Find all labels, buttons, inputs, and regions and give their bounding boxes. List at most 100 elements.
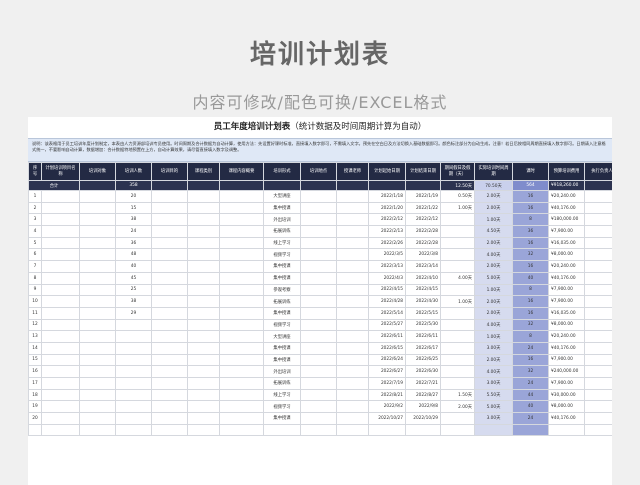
cell-empty [187,306,220,320]
cell-form: 大型讲座 [263,330,301,343]
cell-empty [41,400,80,414]
cell-period: 3.00天 [474,377,513,390]
cell-empty [79,388,116,402]
cell-hours: 16 [512,295,549,308]
cell-empty [336,423,369,437]
cell-period: 2.00天 [474,260,513,273]
cell-budget: ¥20,240.00 [548,260,585,273]
cell-empty [41,318,80,332]
cell-empty [187,377,220,390]
cell-empty [187,201,220,215]
cell-budget [548,423,585,437]
cell-empty [187,341,220,355]
cell-empty [336,225,369,238]
cell-empty [41,412,80,425]
cell-start: 2022/6/11 [368,330,406,343]
cell-start: 2022/6/27 [368,365,406,378]
cell-empty [219,295,264,308]
cell-empty [79,330,116,343]
cell-budget: ¥7,900.00 [548,377,585,390]
table-row: 13 大型讲座 2022/6/11 2022/6/11 1.00天 8 ¥20,240.00 [28,330,612,343]
cell-empty [336,283,369,297]
cell-people [115,330,152,343]
cell-budget: ¥7,900.00 [548,353,585,367]
cell-empty [151,236,188,250]
summary-people: 358 [115,180,152,191]
cell-empty [187,248,220,262]
cell-empty [219,400,264,414]
cell-start: 2022/1/20 [368,201,406,215]
cell-end: 2022/5/15 [405,306,441,320]
cell-form: 集中授课 [263,260,301,273]
cell-empty [219,283,264,297]
cell-people: 38 [115,213,152,227]
cell-end: 2022/5/30 [405,318,441,332]
cell-holiday: 1.50天 [440,388,475,402]
summary-holiday: 12.50天 [440,180,475,191]
cell-empty [187,400,220,414]
cell-hours: 40 [512,271,549,285]
cell-period: 4.00天 [474,318,513,332]
cell-period: 4.00天 [474,365,513,378]
cell-period: 1.00天 [474,283,513,297]
cell-start: 2022/3/5 [368,248,406,262]
cell-empty [300,306,337,320]
cell-period [474,423,513,437]
cell-empty [336,318,369,332]
spreadsheet-preview: 员工年度培训计划表（统计数据及时间周期计算为自动） 说明：该表格用于员工培训年度… [28,117,612,485]
cell-empty [79,377,116,390]
cell-no: 7 [28,260,42,273]
cell-end: 2022/4/30 [405,295,441,308]
cell-empty [336,295,369,308]
cell-empty [219,341,264,355]
table-row: 16 外出培训 2022/6/27 2022/6/30 4.00天 32 ¥240,000.… [28,365,612,378]
cell-budget: ¥16,035.00 [548,236,585,250]
cell-no: 16 [28,365,42,378]
cell-empty [79,283,116,297]
cell-empty [151,400,188,414]
cell-holiday [440,283,475,297]
column-header: 培训目的 [151,162,188,181]
cell-start [368,423,406,437]
cell-people: 24 [115,225,152,238]
table-row: 7 40 集中授课 2022/3/13 2022/3/14 2.00天 16 ¥20,240.… [28,260,612,273]
cell-no [28,423,42,437]
cell-empty [79,271,116,285]
column-header: 计划起始日期 [368,162,406,181]
cell-empty [336,271,369,285]
column-header: 执行负责人 [584,162,612,181]
cell-empty [219,225,264,238]
cell-empty [79,353,116,367]
cell-empty [187,318,220,332]
cell-empty [300,236,337,250]
cell-empty [219,236,264,250]
cell-end: 2022/10/29 [405,412,441,425]
cell-empty [151,283,188,297]
cell-form: 线上学习 [263,388,301,402]
cell-empty [300,213,337,227]
cell-holiday: 1.00天 [440,295,475,308]
cell-empty [41,271,80,285]
cell-empty [300,330,337,343]
cell-empty [41,248,80,262]
cell-empty [41,377,80,390]
cell-form: 集中授课 [263,201,301,215]
column-header: 序号 [28,162,42,181]
cell-empty [79,213,116,227]
cell-empty [219,306,264,320]
cell-holiday [440,353,475,367]
cell-end: 2022/9/8 [405,400,441,414]
cell-end: 2022/7/21 [405,377,441,390]
cell-empty [151,318,188,332]
column-header: 计划结束日期 [405,162,441,181]
cell-hours: 16 [512,306,549,320]
cell-form: 拓展训练 [263,295,301,308]
summary-label: 合计 [28,180,80,191]
cell-end: 2022/4/15 [405,283,441,297]
cell-hours: 44 [512,388,549,402]
cell-end: 2022/6/30 [405,365,441,378]
cell-empty [300,341,337,355]
table-row: 20 集中授课 2022/10/27 2022/10/29 3.00天 24 ¥40,176… [28,412,612,425]
cell-budget: ¥40,176.00 [548,412,585,425]
hero-banner: 培训计划表 内容可修改/配色可换/EXCEL格式 [0,0,640,130]
